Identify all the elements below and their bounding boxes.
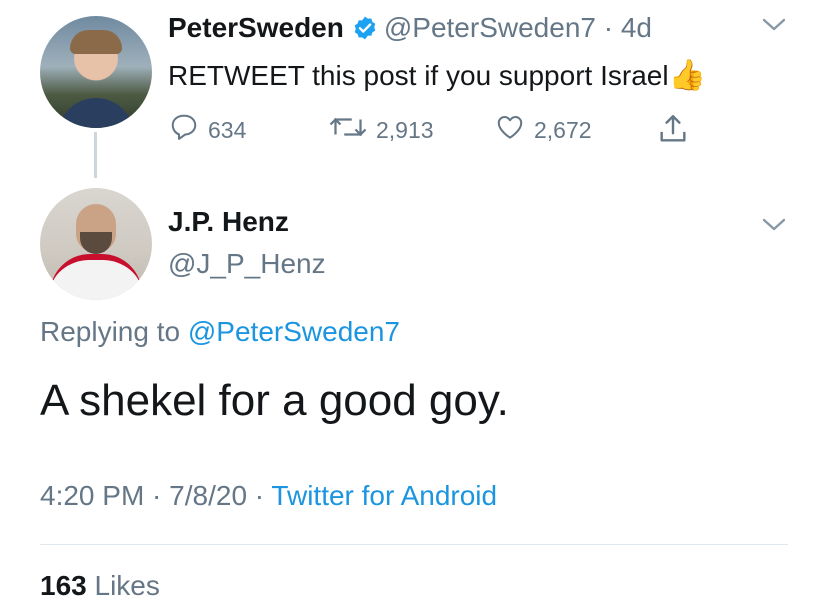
thread-connector-line [94,132,97,178]
chevron-down-icon[interactable] [760,214,788,239]
tweet-date[interactable]: 7/8/20 [169,480,247,511]
likes-label: Likes [94,570,160,601]
original-tweet-header: PeterSweden @PeterSweden7 · 4d [168,12,652,50]
chevron-down-icon[interactable] [760,14,788,39]
likes-summary[interactable]: 163 Likes [40,570,160,602]
peter-sweden-avatar[interactable] [40,16,152,128]
replying-to-line: Replying to @PeterSweden7 [40,316,400,348]
replying-to-prefix: Replying to [40,316,188,347]
tweet-source-link[interactable]: Twitter for Android [271,480,497,511]
original-handle[interactable]: @PeterSweden7 [384,12,596,43]
replying-to-link[interactable]: @PeterSweden7 [188,316,400,347]
like-count: 2,672 [534,116,592,143]
avatar-shirt [50,254,142,300]
original-tweet-text: RETWEET this post if you support Israel👍 [168,58,706,93]
original-text: RETWEET this post if you support Israel [168,60,669,91]
retweet-action[interactable]: 2,913 [328,112,434,148]
avatar-beard [80,232,112,254]
avatar-shirt [58,98,134,128]
reply-tweet-text: A shekel for a good goy. [40,376,509,425]
tweet-age[interactable]: 4d [621,12,652,43]
divider [40,544,788,545]
thumbs-up-emoji: 👍 [668,59,706,92]
reply-count: 634 [208,116,247,143]
like-action[interactable]: 2,672 [494,112,592,148]
jp-henz-avatar[interactable] [40,188,152,300]
share-icon[interactable] [656,112,690,151]
verified-badge-icon [352,15,378,46]
reply-handle[interactable]: @J_P_Henz [168,248,326,280]
likes-count: 163 [40,570,87,601]
tweet-meta: 4:20 PM · 7/8/20 · Twitter for Android [40,480,497,512]
tweet-time[interactable]: 4:20 PM [40,480,144,511]
heart-icon [494,112,526,148]
meta-separator: · [247,480,272,511]
retweet-count: 2,913 [376,116,434,143]
meta-separator: · [144,480,170,511]
separator-dot: · [595,12,621,43]
reply-icon [168,112,200,148]
reply-action[interactable]: 634 [168,112,246,148]
reply-display-name[interactable]: J.P. Henz [168,206,289,238]
retweet-icon [328,112,368,148]
avatar-hair [70,30,122,54]
original-display-name[interactable]: PeterSweden [168,12,344,43]
